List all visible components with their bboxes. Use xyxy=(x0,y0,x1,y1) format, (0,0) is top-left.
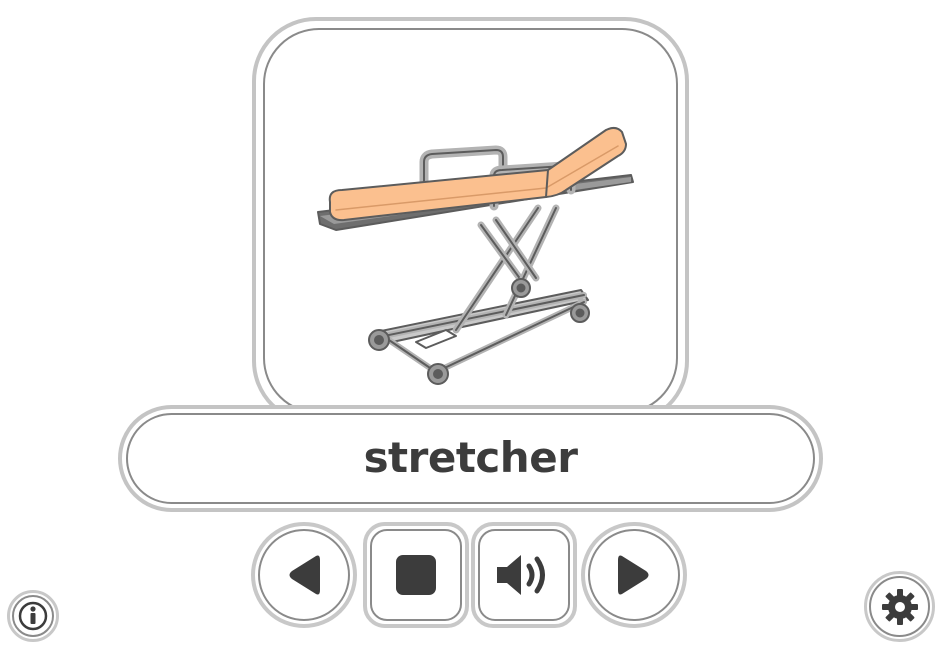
app-stage: stretcher xyxy=(0,0,941,647)
speak-button[interactable] xyxy=(471,522,577,628)
speaker-sound-icon xyxy=(497,555,545,595)
word-label-bar: stretcher xyxy=(118,405,823,512)
stretcher-icon xyxy=(317,126,634,385)
info-button[interactable] xyxy=(7,590,59,642)
flashcard-word: stretcher xyxy=(363,433,578,482)
triangle-right-icon xyxy=(618,555,649,595)
triangle-left-icon xyxy=(289,555,320,595)
next-button[interactable] xyxy=(581,522,687,628)
previous-button[interactable] xyxy=(251,522,357,628)
gear-icon xyxy=(881,588,918,625)
stop-button[interactable] xyxy=(363,522,469,628)
info-icon xyxy=(18,601,48,631)
stop-square-icon xyxy=(396,555,436,595)
settings-button[interactable] xyxy=(864,571,935,642)
